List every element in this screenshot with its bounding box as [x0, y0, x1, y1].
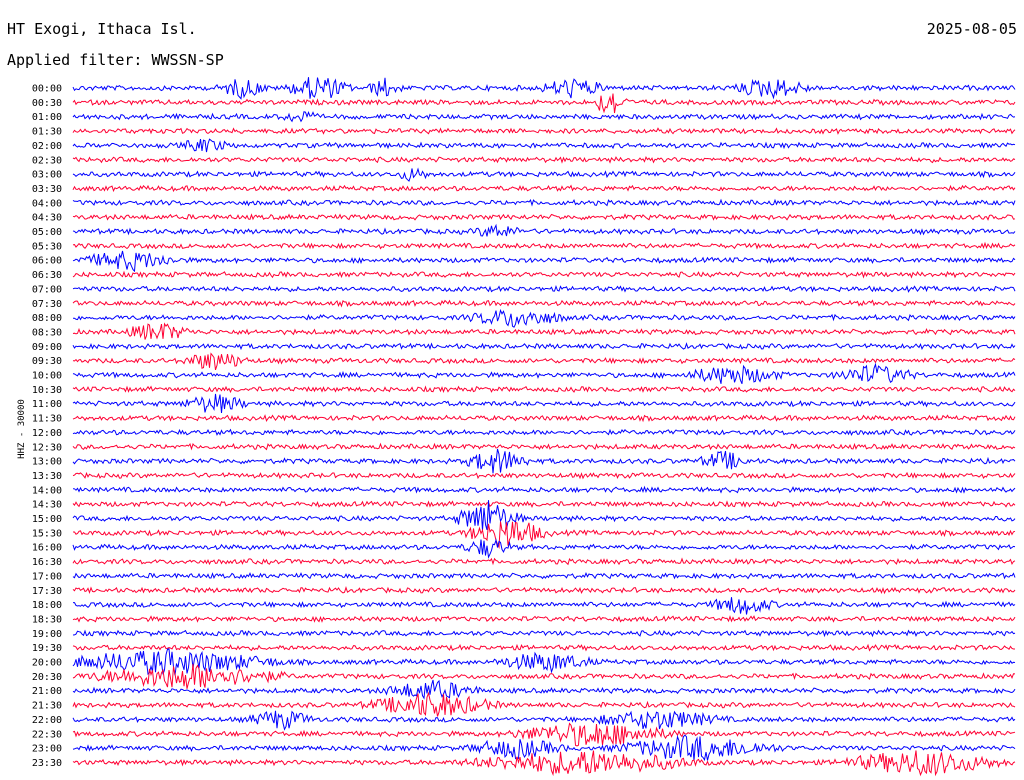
row-label: 10:30 [32, 385, 62, 396]
row-label: 01:30 [32, 127, 62, 138]
seismogram-plot: 00:00 00:30 01:00 01:30 02:00 02:30 03:00 03:30… [32, 77, 1016, 777]
row-label: 05:30 [32, 241, 62, 252]
row-label: 03:00 [32, 170, 62, 181]
trace-line [72, 110, 1016, 123]
row-label: 02:00 [32, 141, 62, 152]
row-label: 15:30 [32, 528, 62, 539]
row-label: 20:30 [32, 672, 62, 683]
row-label: 11:00 [32, 399, 62, 410]
trace-line [72, 352, 1016, 371]
trace-line [72, 138, 1016, 153]
row-label: 11:30 [32, 414, 62, 425]
trace-line [72, 448, 1016, 474]
row-label: 06:30 [32, 270, 62, 281]
row-label: 21:30 [32, 701, 62, 712]
row-label: 14:30 [32, 500, 62, 511]
trace-line [72, 710, 1016, 731]
trace-line [72, 750, 1016, 777]
row-label: 09:00 [32, 342, 62, 353]
row-label: 07:30 [32, 299, 62, 310]
trace-line [72, 362, 1016, 384]
row-label: 02:30 [32, 155, 62, 166]
trace-line [72, 393, 1016, 414]
row-label: 08:00 [32, 313, 62, 324]
trace-line [72, 648, 1016, 676]
trace-line [72, 241, 1016, 250]
trace-line [72, 538, 1016, 559]
trace-line [72, 198, 1016, 207]
trace-line [72, 557, 1016, 566]
trace-line [72, 471, 1016, 480]
row-label: 12:30 [32, 442, 62, 453]
trace-line [72, 250, 1016, 273]
trace-line [72, 385, 1016, 394]
row-label: 18:00 [32, 600, 62, 611]
trace-line [72, 629, 1016, 638]
trace-line [72, 270, 1016, 279]
trace-line [72, 691, 1016, 717]
trace-line [72, 167, 1016, 182]
trace-line [72, 127, 1016, 135]
trace-line [72, 643, 1015, 652]
row-label: 16:30 [32, 557, 62, 568]
trace-line [72, 213, 1016, 221]
trace-line [72, 156, 1016, 164]
trace-line [72, 342, 1016, 351]
row-label: 22:30 [32, 729, 62, 740]
row-label: 10:00 [32, 371, 62, 382]
row-label: 23:30 [32, 758, 62, 769]
row-label: 19:00 [32, 629, 62, 640]
row-label: 07:00 [32, 284, 62, 295]
trace-line [72, 93, 1016, 114]
trace-line [72, 223, 1016, 237]
trace-line [72, 184, 1016, 193]
row-label: 14:00 [32, 485, 62, 496]
row-label: 03:30 [32, 184, 62, 195]
trace-line [72, 500, 1016, 508]
trace-line [72, 77, 1016, 100]
row-label: 16:00 [32, 543, 62, 554]
row-label: 04:30 [32, 213, 62, 224]
trace-line [73, 308, 1016, 328]
row-label: 09:30 [32, 356, 62, 367]
trace-line [72, 679, 1016, 700]
row-label: 06:00 [32, 256, 62, 267]
trace-line [73, 597, 1016, 615]
row-label: 13:00 [32, 457, 62, 468]
trace-line [72, 442, 1016, 451]
trace-line [72, 734, 1016, 762]
trace-line [72, 428, 1016, 436]
row-label: 18:30 [32, 614, 62, 625]
row-labels: 00:00 00:30 01:00 01:30 02:00 02:30 03:00 03:30… [32, 84, 62, 769]
row-label: 21:00 [32, 686, 62, 697]
row-label: 04:00 [32, 198, 62, 209]
trace-line [72, 615, 1016, 623]
trace-line [72, 585, 1016, 595]
row-label: 17:30 [32, 586, 62, 597]
row-label: 01:00 [32, 112, 62, 123]
row-label: 00:00 [32, 84, 62, 95]
trace-line [72, 285, 1016, 293]
row-label: 12:00 [32, 428, 62, 439]
row-label: 15:00 [32, 514, 62, 525]
row-label: 17:00 [32, 571, 62, 582]
trace-line [72, 299, 1016, 308]
trace-line [72, 485, 1016, 494]
row-label: 20:00 [32, 658, 62, 669]
row-label: 19:30 [32, 643, 62, 654]
trace-group [72, 77, 1016, 777]
row-label: 23:00 [32, 744, 62, 755]
row-label: 00:30 [32, 98, 62, 109]
row-label: 08:30 [32, 327, 62, 338]
row-label: 22:00 [32, 715, 62, 726]
trace-line [72, 322, 1016, 340]
trace-line [73, 521, 1016, 550]
trace-line [72, 414, 1016, 423]
trace-line [72, 572, 1016, 580]
row-label: 05:00 [32, 227, 62, 238]
row-label: 13:30 [32, 471, 62, 482]
